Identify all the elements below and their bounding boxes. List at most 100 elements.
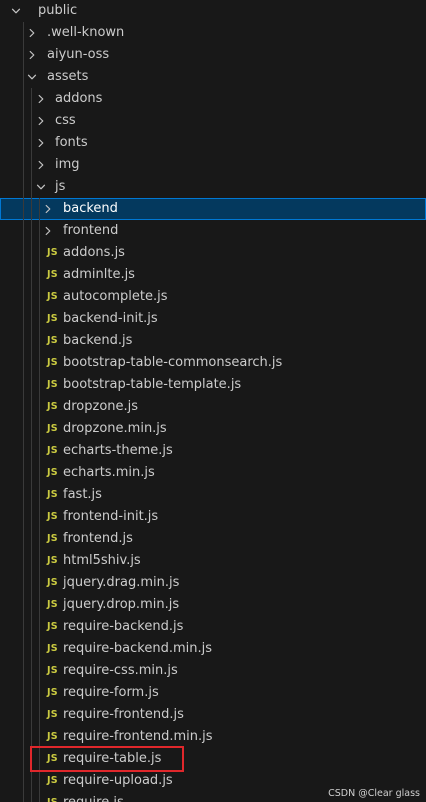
chevron-down-icon[interactable]: [8, 0, 24, 22]
indent-guide: [23, 748, 24, 770]
indent-guide: [23, 616, 24, 638]
indent-guide: [23, 154, 24, 176]
tree-item-label: img: [55, 157, 80, 172]
tree-file-require-backend-js[interactable]: JS require-backend.js: [0, 616, 426, 638]
indent-guide: [31, 616, 32, 638]
indent-guide: [23, 440, 24, 462]
chevron-down-icon[interactable]: [33, 176, 49, 198]
tree-file-require-table-js[interactable]: JS require-table.js: [0, 748, 426, 770]
indent-guide: [39, 594, 40, 616]
tree-file-bootstrap-table-template-js[interactable]: JS bootstrap-table-template.js: [0, 374, 426, 396]
tree-file-jquery-drop-min-js[interactable]: JS jquery.drop.min.js: [0, 594, 426, 616]
tree-file-fast-js[interactable]: JS fast.js: [0, 484, 426, 506]
indent-guide: [31, 330, 32, 352]
tree-folder-js[interactable]: js: [0, 176, 426, 198]
indent-guide: [23, 770, 24, 792]
indent-guide: [31, 286, 32, 308]
tree-folder-fonts[interactable]: fonts: [0, 132, 426, 154]
indent-guide: [23, 594, 24, 616]
tree-file-echarts-min-js[interactable]: JS echarts.min.js: [0, 462, 426, 484]
js-file-icon: JS: [47, 401, 58, 412]
js-file-icon: JS: [47, 445, 58, 456]
tree-folder-frontend[interactable]: frontend: [0, 220, 426, 242]
tree-item-label: backend: [63, 201, 118, 216]
indent-guide: [31, 484, 32, 506]
tree-folder-aiyun-oss[interactable]: aiyun-oss: [0, 44, 426, 66]
indent-guide: [31, 242, 32, 264]
tree-file-backend-init-js[interactable]: JS backend-init.js: [0, 308, 426, 330]
indent-guide: [23, 528, 24, 550]
tree-item-label: require-upload.js: [63, 773, 173, 788]
js-file-icon: JS: [47, 665, 58, 676]
tree-item-label: require-form.js: [63, 685, 159, 700]
indent-guide: [23, 462, 24, 484]
tree-folder-assets[interactable]: assets: [0, 66, 426, 88]
tree-file-require-form-js[interactable]: JS require-form.js: [0, 682, 426, 704]
tree-file-autocomplete-js[interactable]: JS autocomplete.js: [0, 286, 426, 308]
chevron-right-icon[interactable]: [33, 110, 49, 132]
chevron-right-icon[interactable]: [24, 22, 40, 44]
tree-file-require-frontend-min-js[interactable]: JS require-frontend.min.js: [0, 726, 426, 748]
js-file-icon: JS: [47, 577, 58, 588]
tree-file-html5shiv-js[interactable]: JS html5shiv.js: [0, 550, 426, 572]
indent-guide: [39, 484, 40, 506]
tree-file-frontend-js[interactable]: JS frontend.js: [0, 528, 426, 550]
chevron-right-icon[interactable]: [24, 44, 40, 66]
indent-guide: [39, 396, 40, 418]
tree-folder-well-known[interactable]: .well-known: [0, 22, 426, 44]
js-file-icon: JS: [47, 731, 58, 742]
indent-guide: [39, 572, 40, 594]
js-file-icon: JS: [47, 379, 58, 390]
indent-guide: [31, 704, 32, 726]
js-file-icon: JS: [47, 709, 58, 720]
tree-file-adminlte-js[interactable]: JS adminlte.js: [0, 264, 426, 286]
indent-guide: [39, 660, 40, 682]
indent-guide: [39, 704, 40, 726]
indent-guide: [31, 418, 32, 440]
tree-folder-css[interactable]: css: [0, 110, 426, 132]
tree-folder-public[interactable]: public: [0, 0, 426, 22]
js-file-icon: JS: [47, 511, 58, 522]
tree-file-require-backend-min-js[interactable]: JS require-backend.min.js: [0, 638, 426, 660]
tree-file-addons-js[interactable]: JS addons.js: [0, 242, 426, 264]
indent-guide: [23, 792, 24, 802]
tree-file-frontend-init-js[interactable]: JS frontend-init.js: [0, 506, 426, 528]
indent-guide: [31, 506, 32, 528]
tree-item-label: public: [38, 3, 78, 18]
indent-guide: [31, 550, 32, 572]
indent-guide: [23, 484, 24, 506]
chevron-right-icon[interactable]: [40, 220, 56, 242]
tree-file-backend-js[interactable]: JS backend.js: [0, 330, 426, 352]
indent-guide: [39, 462, 40, 484]
tree-folder-img[interactable]: img: [0, 154, 426, 176]
chevron-right-icon[interactable]: [40, 198, 56, 220]
tree-file-dropzone-min-js[interactable]: JS dropzone.min.js: [0, 418, 426, 440]
indent-guide: [39, 682, 40, 704]
tree-file-echarts-theme-js[interactable]: JS echarts-theme.js: [0, 440, 426, 462]
tree-item-label: bootstrap-table-commonsearch.js: [63, 355, 283, 370]
tree-file-jquery-drag-min-js[interactable]: JS jquery.drag.min.js: [0, 572, 426, 594]
chevron-right-icon[interactable]: [33, 154, 49, 176]
js-file-icon: JS: [47, 775, 58, 786]
tree-item-label: require.js: [63, 792, 124, 802]
chevron-right-icon[interactable]: [33, 88, 49, 110]
tree-file-bootstrap-table-commonsearch-js[interactable]: JS bootstrap-table-commonsearch.js: [0, 352, 426, 374]
js-file-icon: JS: [47, 423, 58, 434]
indent-guide: [39, 528, 40, 550]
tree-folder-backend[interactable]: backend: [0, 198, 426, 220]
chevron-right-icon[interactable]: [33, 132, 49, 154]
tree-file-require-css-min-js[interactable]: JS require-css.min.js: [0, 660, 426, 682]
indent-guide: [23, 220, 24, 242]
tree-item-label: dropzone.min.js: [63, 421, 167, 436]
indent-guide: [31, 660, 32, 682]
tree-file-dropzone-js[interactable]: JS dropzone.js: [0, 396, 426, 418]
tree-file-require-frontend-js[interactable]: JS require-frontend.js: [0, 704, 426, 726]
tree-item-label: fast.js: [63, 487, 102, 502]
indent-guide: [39, 748, 40, 770]
chevron-down-icon[interactable]: [24, 66, 40, 88]
indent-guide: [31, 572, 32, 594]
indent-guide: [23, 506, 24, 528]
tree-folder-addons[interactable]: addons: [0, 88, 426, 110]
tree-item-label: echarts-theme.js: [63, 443, 173, 458]
indent-guide: [31, 374, 32, 396]
